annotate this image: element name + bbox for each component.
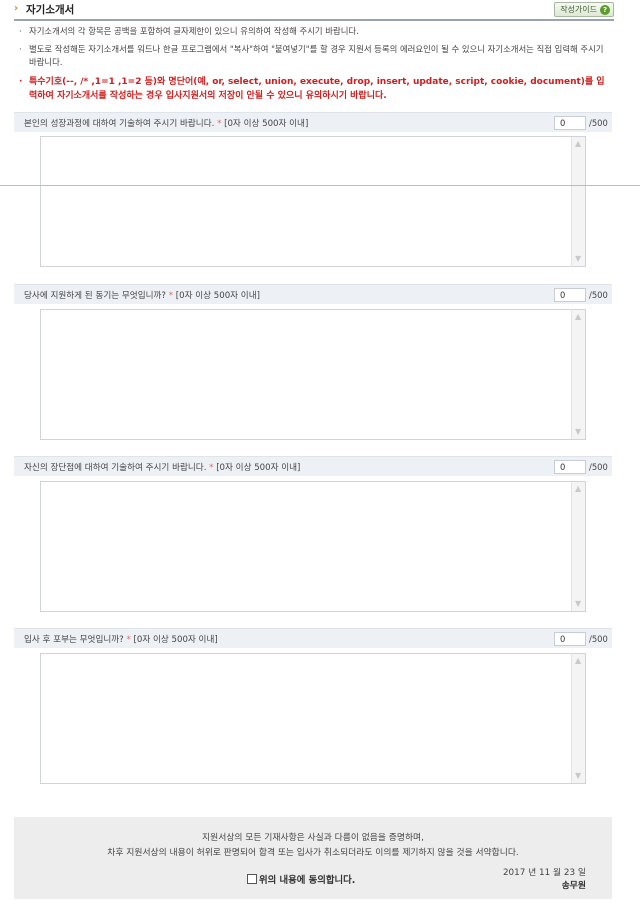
section-arrow-icon: › [14,3,19,14]
agree-checkbox-row[interactable]: 위의 내용에 동의합니다. [247,872,355,886]
scroll-down-icon[interactable]: ▼ [575,599,581,608]
agree-label: 위의 내용에 동의합니다. [259,875,356,886]
notice-bullet: · [19,44,22,54]
screenshot-seam [0,185,640,186]
textarea-scrollbar[interactable]: ▲ ▼ [571,654,585,783]
scroll-down-icon[interactable]: ▼ [575,427,581,436]
scroll-up-icon[interactable]: ▲ [575,312,581,321]
declaration-line-1: 지원서상의 모든 기재사항은 사실과 다름이 없음을 증명하며, [202,833,424,843]
length-limit: [0자 이상 500자 이내] [216,463,301,473]
notice-text: 자기소개서의 각 항목은 공백을 포함하여 글자제한이 있으니 유의하여 작성해… [29,26,359,36]
required-star: * [217,119,222,129]
header-divider [14,19,614,21]
notice-bullet: · [19,77,23,87]
answer-textarea-aspiration[interactable]: ▲ ▼ [40,653,586,784]
scroll-up-icon[interactable]: ▲ [575,484,581,493]
question-icon: ? [600,4,610,15]
char-max: /500 [589,634,608,644]
scroll-up-icon[interactable]: ▲ [575,656,581,665]
char-count-field: 0 [554,460,586,474]
question-bar-strengths: 자신의 장단점에 대하여 기술하여 주시기 바랍니다. * [0자 이상 500… [14,456,612,476]
char-count-field: 0 [554,288,586,302]
char-max: /500 [589,118,608,128]
question-text: 자신의 장단점에 대하여 기술하여 주시기 바랍니다. * [0자 이상 500… [24,463,301,473]
notice-bullet: · [19,26,22,36]
length-limit: [0자 이상 500자 이내] [133,635,218,645]
textarea-scrollbar[interactable]: ▲ ▼ [571,482,585,611]
section-header: › 자기소개서 작성가이드 ? [14,2,614,18]
notice-warning-text: 특수기호(--, /* ,1=1 ,1=2 등)와 명단어(예, or, sel… [29,77,605,101]
question-bar-aspiration: 입사 후 포부는 무엇입니까? * [0자 이상 500자 이내] 0 /500 [14,628,612,648]
char-max: /500 [589,462,608,472]
question-bar-growth: 본인의 성장과정에 대하여 기술하여 주시기 바랍니다. * [0자 이상 50… [14,112,612,132]
notice-item: · 자기소개서의 각 항목은 공백을 포함하여 글자제한이 있으니 유의하여 작… [19,25,612,38]
length-limit: [0자 이상 500자 이내] [175,291,260,301]
notice-warning: · 특수기호(--, /* ,1=1 ,1=2 등)와 명단어(예, or, s… [19,75,612,103]
answer-textarea-growth[interactable]: ▲ ▼ [40,136,586,267]
textarea-scrollbar[interactable]: ▲ ▼ [571,310,585,439]
notice-item: · 별도로 작성해둔 자기소개서를 워드나 한글 프로그램에서 "복사"하여 "… [19,43,612,69]
textarea-scrollbar[interactable]: ▲ ▼ [571,137,585,266]
required-star: * [168,291,174,301]
required-star: * [126,635,131,645]
question-text: 당사에 지원하게 된 동기는 무엇입니까? * [0자 이상 500자 이내] [24,291,260,301]
section-title: 자기소개서 [26,4,75,16]
writing-guide-button[interactable]: 작성가이드 ? [554,2,614,17]
char-max: /500 [589,290,608,300]
char-count-field: 0 [554,116,586,130]
answer-textarea-motivation[interactable]: ▲ ▼ [40,309,586,440]
question-bar-motivation: 당사에 지원하게 된 동기는 무엇입니까? * [0자 이상 500자 이내] … [14,284,612,304]
scroll-down-icon[interactable]: ▼ [575,254,581,263]
length-limit: [0자 이상 500자 이내] [224,119,309,129]
notice-text: 별도로 작성해둔 자기소개서를 워드나 한글 프로그램에서 "복사"하여 "붙여… [29,44,604,67]
question-text: 본인의 성장과정에 대하여 기술하여 주시기 바랍니다. * [0자 이상 50… [24,119,309,129]
scroll-up-icon[interactable]: ▲ [575,139,581,148]
scroll-down-icon[interactable]: ▼ [575,771,581,780]
question-text: 입사 후 포부는 무엇입니까? * [0자 이상 500자 이내] [24,635,218,645]
declaration-line-2: 차후 지원서상의 내용이 허위로 판명되어 합격 또는 입사가 취소되더라도 이… [107,848,519,858]
agree-checkbox[interactable] [247,874,257,884]
applicant-name: 송무원 [561,881,586,891]
declaration-panel: 지원서상의 모든 기재사항은 사실과 다름이 없음을 증명하며, 차후 지원서상… [14,817,612,899]
char-count-field: 0 [554,632,586,646]
declaration-date: 2017 년 11 월 23 일 [502,868,586,878]
answer-textarea-strengths[interactable]: ▲ ▼ [40,481,586,612]
required-star: * [209,463,214,473]
writing-guide-label: 작성가이드 [560,5,597,14]
